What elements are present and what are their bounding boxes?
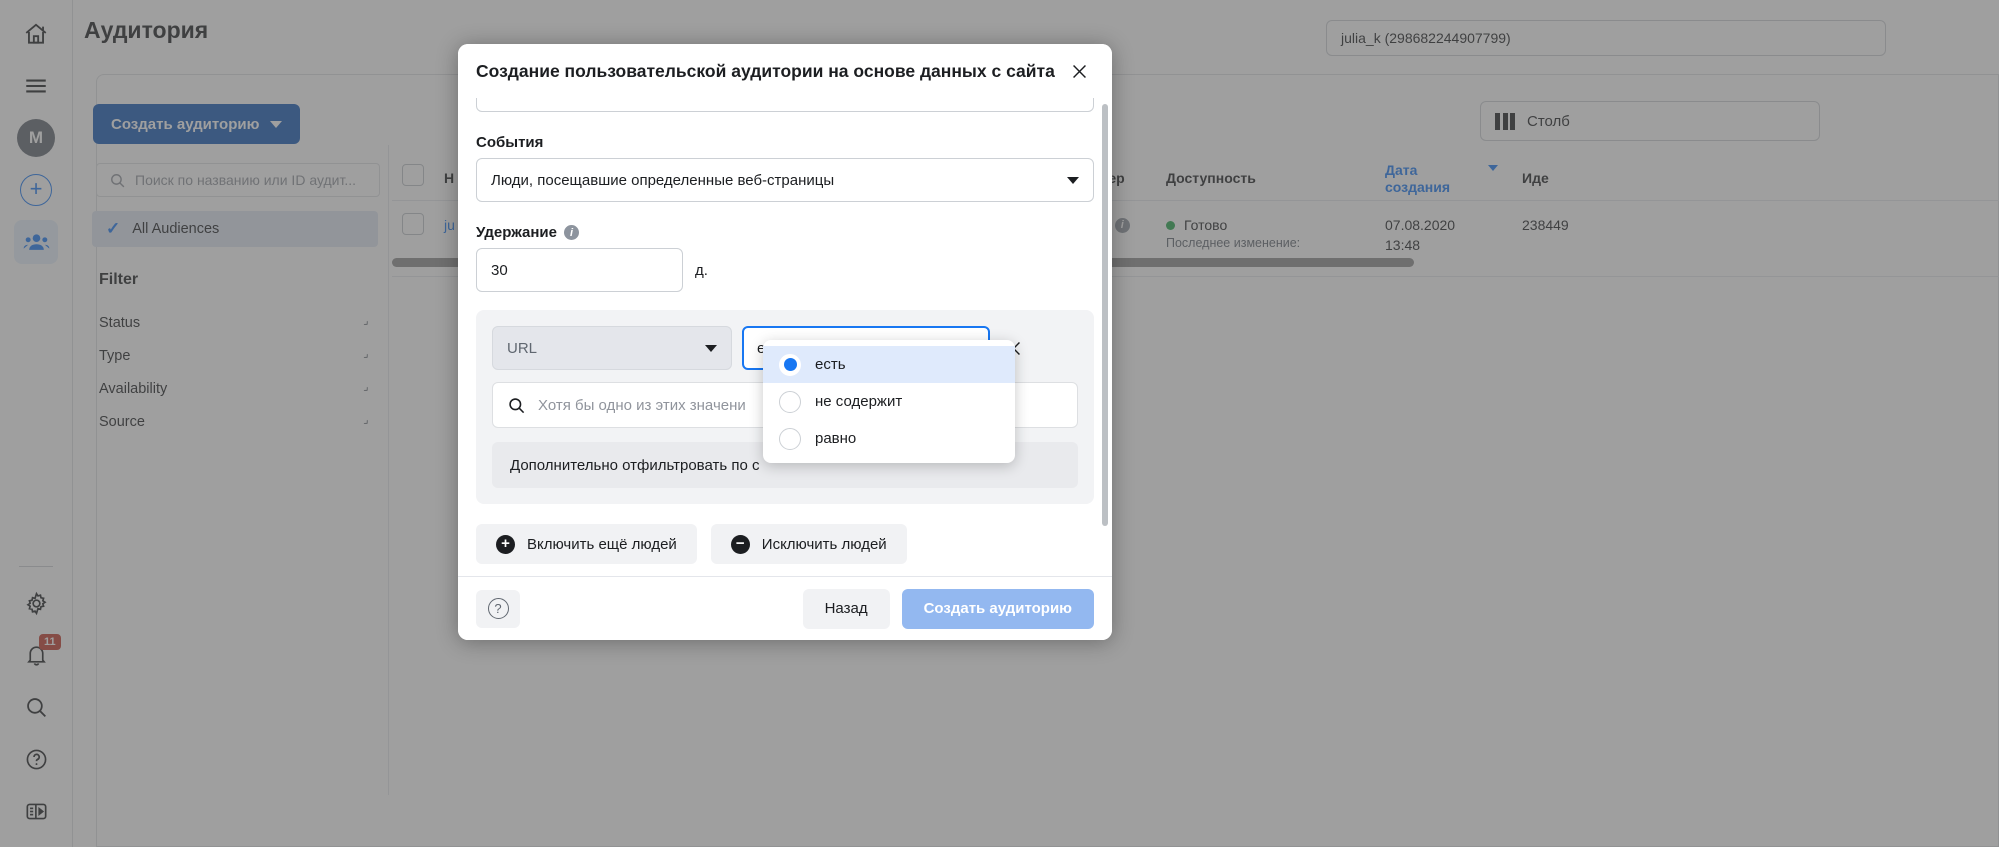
retention-row: 30 д. bbox=[476, 248, 1094, 292]
retention-input[interactable]: 30 bbox=[476, 248, 683, 292]
dropdown-option-not-contains[interactable]: не содержит bbox=[763, 383, 1015, 420]
chevron-down-icon bbox=[705, 344, 717, 352]
include-more-people-label: Включить ещё людей bbox=[527, 535, 677, 553]
exclude-people-button[interactable]: − Исключить людей bbox=[710, 524, 907, 564]
dropdown-option-label: не содержит bbox=[815, 393, 903, 410]
plus-circle-icon: + bbox=[496, 534, 515, 554]
close-icon[interactable] bbox=[1064, 56, 1094, 86]
minus-circle-icon: − bbox=[730, 534, 750, 554]
radio-selected-icon bbox=[779, 353, 801, 376]
events-label-text: События bbox=[476, 134, 544, 151]
chevron-down-icon bbox=[1067, 176, 1079, 184]
dropdown-option-contains[interactable]: есть bbox=[763, 346, 1015, 383]
events-select-value: Люди, посещавшие определенные веб-страни… bbox=[491, 171, 835, 189]
retention-label: Удержание i bbox=[476, 224, 1094, 241]
operator-dropdown-menu: есть не содержит равно bbox=[763, 340, 1015, 463]
dropdown-option-label: равно bbox=[815, 430, 857, 447]
events-label: События bbox=[476, 134, 1094, 151]
back-button[interactable]: Назад bbox=[802, 588, 890, 629]
modal-vertical-scrollbar[interactable] bbox=[1102, 104, 1108, 526]
modal-body: События Люди, посещавшие определенные ве… bbox=[458, 98, 1112, 576]
include-exclude-row: + Включить ещё людей − Исключить людей bbox=[476, 524, 1094, 564]
include-more-people-button[interactable]: + Включить ещё людей bbox=[476, 524, 697, 564]
rule-key-select[interactable]: URL bbox=[492, 326, 732, 370]
events-select[interactable]: Люди, посещавшие определенные веб-страни… bbox=[476, 158, 1094, 202]
modal-scroll-area: События Люди, посещавшие определенные ве… bbox=[476, 98, 1094, 576]
app-root: M + bbox=[0, 0, 1999, 847]
help-button[interactable]: ? bbox=[476, 589, 520, 628]
submit-create-audience-button[interactable]: Создать аудиторию bbox=[901, 588, 1094, 629]
retention-input-value: 30 bbox=[491, 261, 508, 279]
search-icon bbox=[509, 397, 525, 413]
rule-value-placeholder: Хотя бы одно из этих значени bbox=[538, 396, 746, 414]
help-question-icon: ? bbox=[487, 598, 509, 619]
retention-label-text: Удержание bbox=[476, 224, 557, 241]
info-icon[interactable]: i bbox=[564, 225, 579, 240]
dropdown-option-equals[interactable]: равно bbox=[763, 420, 1015, 457]
modal-footer: ? Назад Создать аудиторию bbox=[458, 576, 1112, 640]
radio-unselected-icon bbox=[779, 390, 801, 413]
exclude-people-label: Исключить людей bbox=[761, 535, 887, 553]
radio-unselected-icon bbox=[779, 427, 801, 450]
modal-title: Создание пользовательской аудитории на о… bbox=[476, 60, 1055, 81]
dropdown-option-label: есть bbox=[815, 356, 846, 373]
retention-unit: д. bbox=[695, 261, 708, 279]
rule-key-value: URL bbox=[507, 339, 538, 357]
modal-header: Создание пользовательской аудитории на о… bbox=[458, 44, 1112, 98]
partial-field-above[interactable] bbox=[476, 98, 1094, 112]
